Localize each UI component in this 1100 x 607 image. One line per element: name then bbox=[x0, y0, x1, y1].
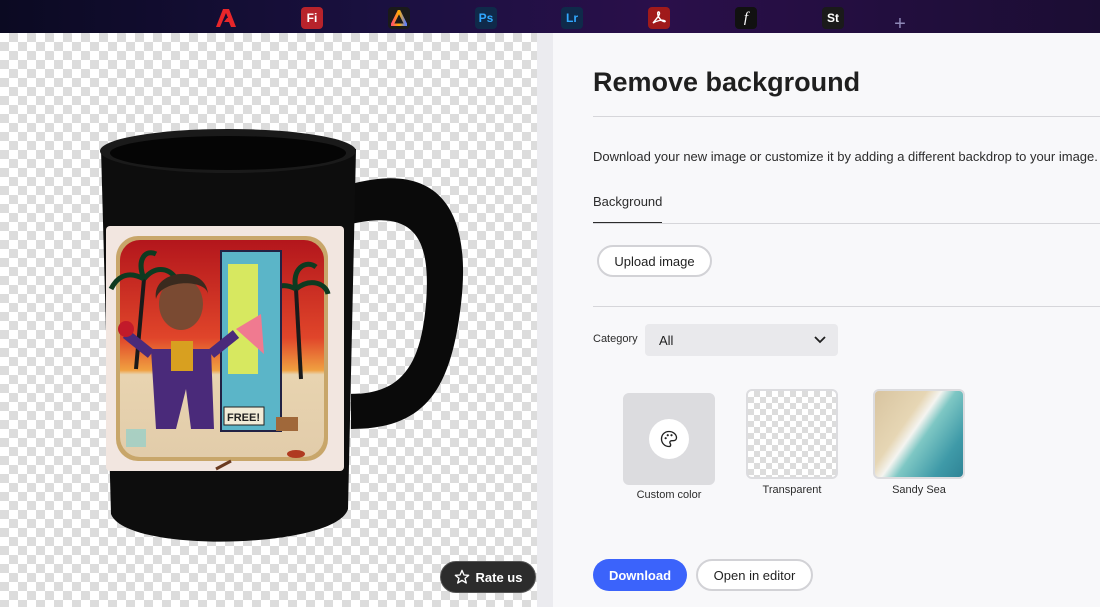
swatch-label: Sandy Sea bbox=[892, 484, 946, 496]
mug-image: FREE! bbox=[100, 129, 464, 542]
page-title: Remove background bbox=[593, 67, 861, 97]
swatch-transparent[interactable] bbox=[746, 389, 838, 479]
lightroom-app-icon[interactable]: Lr bbox=[561, 7, 583, 29]
swatch-sandy-sea[interactable] bbox=[873, 389, 965, 479]
divider bbox=[593, 116, 1100, 117]
mug-free-text: FREE! bbox=[227, 412, 260, 424]
star-icon bbox=[454, 569, 469, 584]
acrobat-app-icon[interactable] bbox=[648, 7, 670, 29]
swatch-custom-color[interactable] bbox=[623, 393, 715, 485]
swatch-label: Custom color bbox=[636, 489, 702, 501]
app-switcher-bar: Fi Ps Lr f St + bbox=[0, 0, 1100, 34]
panel-divider bbox=[537, 33, 553, 607]
add-app-icon[interactable]: + bbox=[890, 14, 910, 34]
chevron-down-icon bbox=[814, 336, 826, 344]
palette-icon bbox=[649, 419, 689, 459]
panel-description: Download your new image or customize it … bbox=[593, 149, 1098, 164]
express-app-icon[interactable] bbox=[388, 7, 410, 29]
image-canvas: FREE! Rate us bbox=[0, 33, 537, 607]
photoshop-app-icon[interactable]: Ps bbox=[475, 7, 497, 29]
tab-background[interactable]: Background bbox=[593, 194, 662, 209]
category-select[interactable]: All bbox=[645, 324, 838, 356]
stock-app-icon[interactable]: St bbox=[822, 7, 844, 29]
category-value: All bbox=[659, 332, 674, 348]
upload-image-button[interactable]: Upload image bbox=[597, 245, 712, 277]
category-label: Category bbox=[593, 333, 638, 345]
rate-us-button[interactable]: Rate us bbox=[440, 561, 536, 593]
firefly-app-icon[interactable]: Fi bbox=[301, 7, 323, 29]
open-in-editor-button[interactable]: Open in editor bbox=[696, 559, 813, 591]
fonts-app-icon[interactable]: f bbox=[735, 7, 757, 29]
swatch-label: Transparent bbox=[762, 484, 822, 496]
adobe-logo-icon[interactable] bbox=[215, 7, 237, 29]
download-button[interactable]: Download bbox=[593, 559, 687, 591]
rate-us-label: Rate us bbox=[475, 569, 523, 585]
divider bbox=[593, 306, 1100, 307]
divider bbox=[593, 223, 1100, 224]
remove-background-panel: Remove background Download your new imag… bbox=[553, 33, 1100, 607]
